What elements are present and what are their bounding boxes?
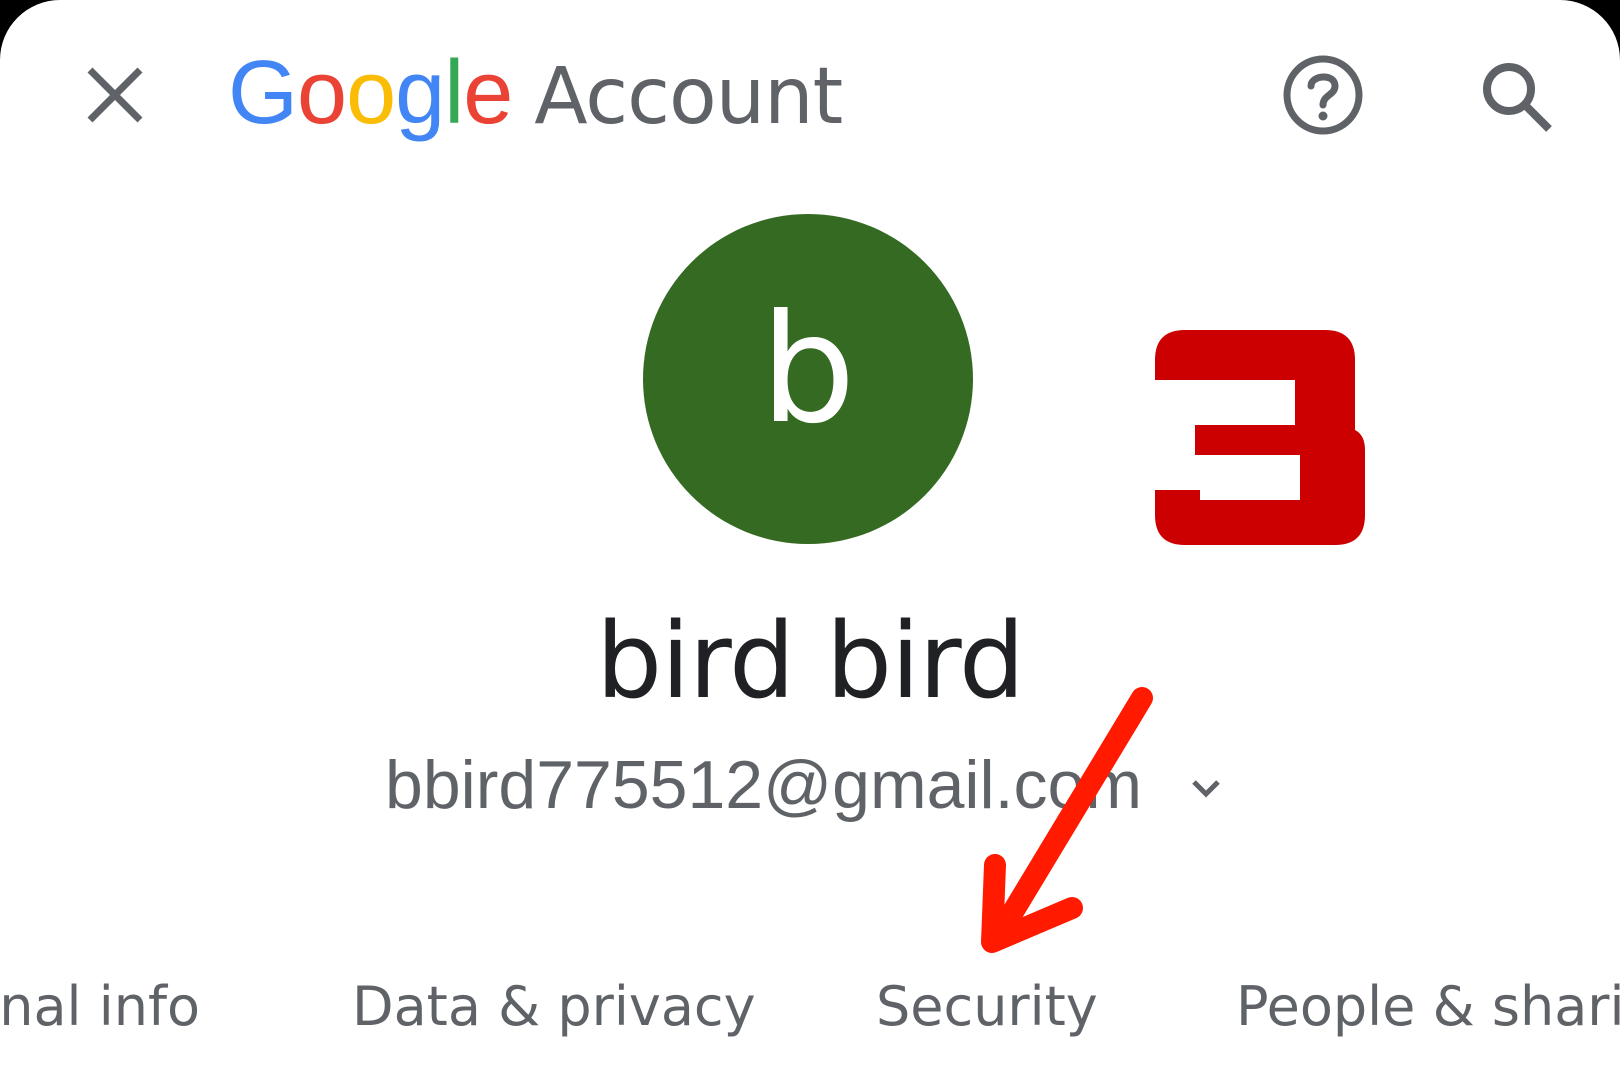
logo-letter: l [444, 43, 464, 143]
google-account-logo: Google Account [228, 42, 843, 145]
help-button[interactable] [1278, 50, 1368, 140]
search-button[interactable] [1472, 52, 1562, 142]
tab-security[interactable]: Security [876, 975, 1098, 1038]
account-word: Account [534, 52, 843, 142]
close-icon [87, 67, 143, 123]
tab-bar: Personal info Data & privacy Security Pe… [0, 975, 1620, 1055]
step-number-annotation [1155, 330, 1365, 545]
help-circle-icon [1283, 55, 1363, 135]
avatar[interactable]: b [643, 214, 973, 544]
tab-personal-info[interactable]: Personal info [0, 975, 200, 1038]
search-icon [1483, 63, 1552, 132]
logo-letter: o [297, 43, 347, 143]
logo-letter: G [228, 43, 298, 143]
profile-name: bird bird [596, 600, 1025, 722]
google-wordmark: Google [228, 42, 513, 145]
logo-letter: o [346, 43, 396, 143]
close-button[interactable] [80, 60, 150, 130]
chevron-down-icon [1192, 780, 1220, 798]
logo-letter: g [395, 43, 445, 143]
logo-letter: e [463, 43, 513, 143]
tab-data-privacy[interactable]: Data & privacy [352, 975, 756, 1038]
tab-people-sharing[interactable]: People & sharing [1236, 975, 1620, 1038]
step-number-glyph [1155, 330, 1365, 545]
red-arrow-annotation [981, 687, 1153, 953]
avatar-letter: b [760, 283, 856, 457]
google-account-screen: Google Account b bird bird bbird775512@g… [0, 0, 1620, 1080]
